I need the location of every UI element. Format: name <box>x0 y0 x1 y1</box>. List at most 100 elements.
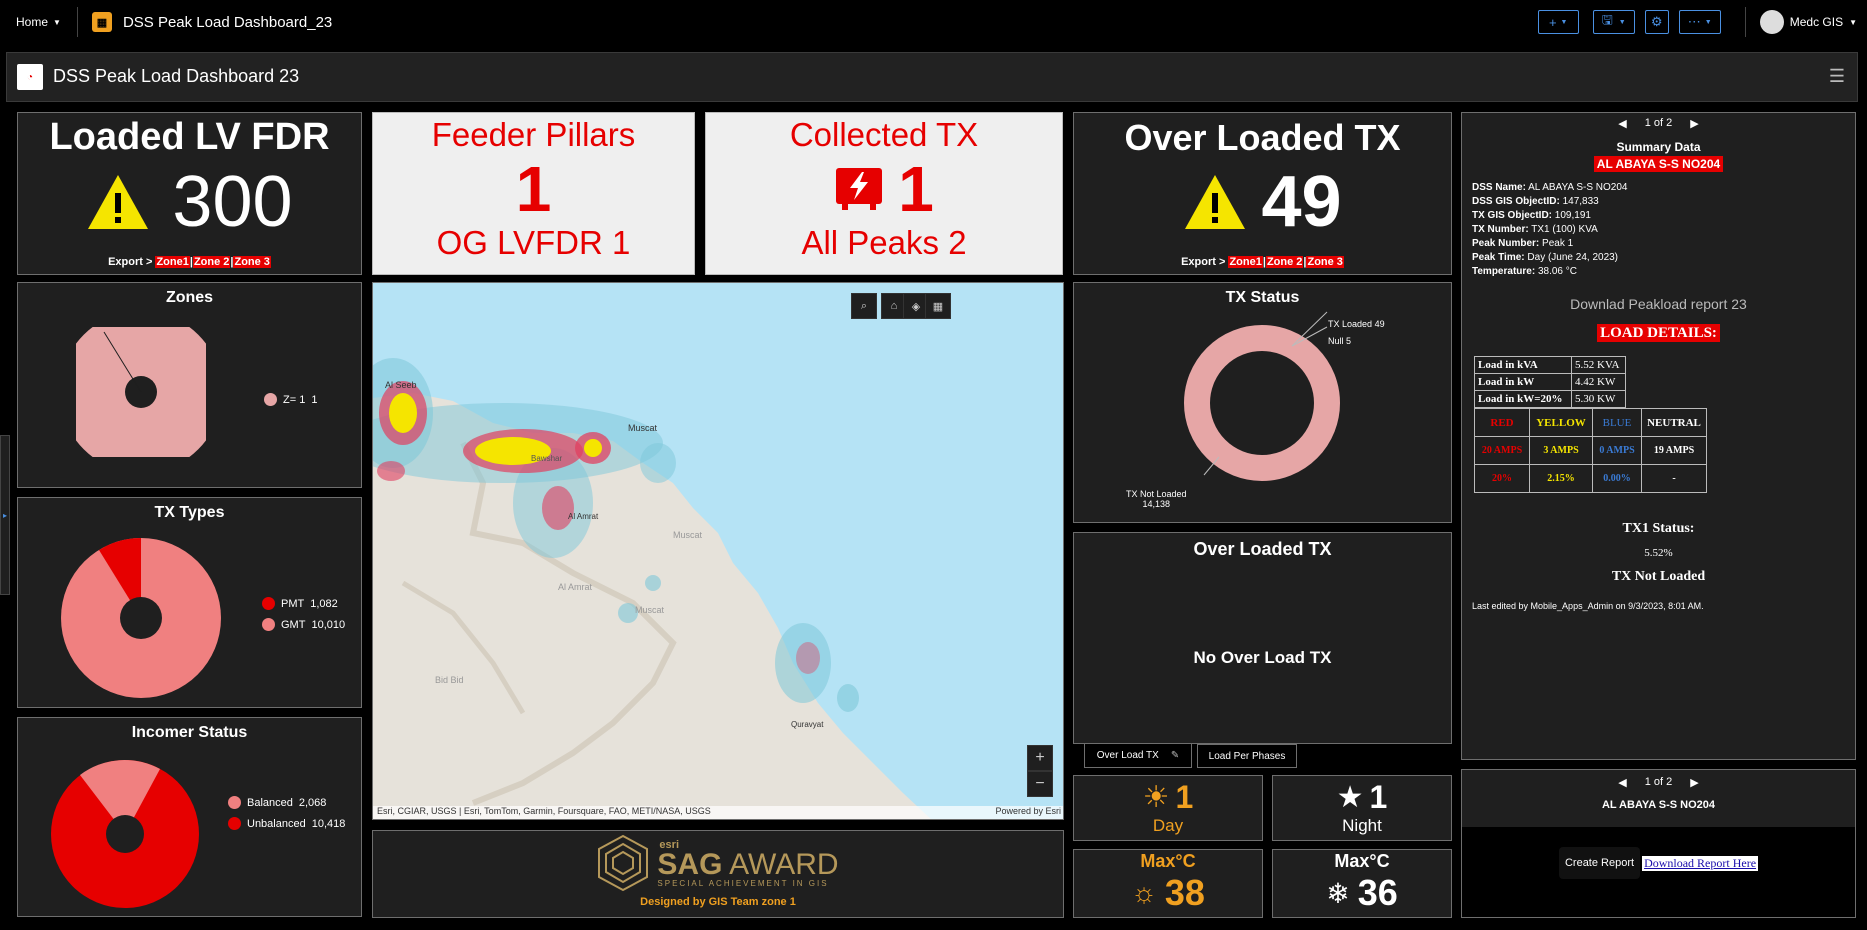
menu-icon[interactable]: ☰ <box>1829 66 1845 87</box>
logo: ◔ <box>17 64 43 90</box>
field-value: 109,191 <box>1554 210 1591 221</box>
prev-icon[interactable]: ◀ <box>1618 117 1626 130</box>
table-cell: 0 AMPS <box>1592 436 1642 465</box>
edit-icon: ✎ <box>1170 750 1180 761</box>
dss-highlight: AL ABAYA S-S NO204 <box>1593 156 1724 172</box>
home-menu[interactable]: Home ▼ <box>16 15 61 29</box>
legend-item[interactable]: Z= 1 1 <box>264 393 317 406</box>
heat-zone <box>389 393 417 433</box>
table-cell: Load in kVA <box>1474 356 1572 374</box>
table-row: Load in kVA 5.52 KVA <box>1474 356 1626 374</box>
map-label: Al Seeb <box>385 380 417 390</box>
map-panel[interactable]: Al Seeb Muscat Bawshar Al Amrat Muscat A… <box>372 282 1064 820</box>
user-menu[interactable]: Medc GIS ▼ <box>1759 10 1857 34</box>
tx-status-panel: TX Status TX Loaded 49 Null 5 TX Not Loa… <box>1073 282 1452 523</box>
legend-label: Z= 1 <box>283 393 306 406</box>
export-label: Export > <box>1181 256 1226 268</box>
over-loaded-tx-indicator: Over Loaded TX 49 Export > Zone1|Zone 2|… <box>1073 112 1452 275</box>
side-panel-toggle[interactable]: ▸ <box>0 435 10 595</box>
powered-by[interactable]: Powered by Esri <box>995 806 1061 819</box>
legend-item[interactable]: Balanced 2,068 <box>228 796 326 809</box>
field-label: TX Number: <box>1472 224 1529 235</box>
zones-donut-chart <box>76 327 206 457</box>
export-row: Export > Zone1|Zone 2|Zone 3 <box>18 256 361 268</box>
zoom-in-button[interactable]: + <box>1027 745 1053 771</box>
day-tile: ☀ 1 Day <box>1073 775 1263 841</box>
basemap-button[interactable]: ▦ <box>925 293 951 319</box>
settings-button[interactable]: ⚙ <box>1644 10 1669 34</box>
feeder-pillars-panel: Feeder Pillars 1 OG LVFDR 1 <box>372 112 695 275</box>
legend-item[interactable]: PMT 1,082 <box>262 597 338 610</box>
heat-zone <box>796 642 820 674</box>
create-report-button[interactable]: Create Report <box>1558 847 1641 879</box>
save-button[interactable]: 🖫 ▼ <box>1592 10 1635 34</box>
legend-swatch <box>262 618 275 631</box>
field-label: Temperature: <box>1472 266 1536 277</box>
table-cell: 19 AMPS <box>1641 436 1707 465</box>
panel-title: TX Status <box>1225 289 1300 306</box>
legend-label: Balanced <box>247 796 293 809</box>
next-icon[interactable]: ▶ <box>1690 117 1698 130</box>
legend-value: 1 <box>311 393 318 406</box>
hot-thermometer-icon: ☼ <box>1131 877 1157 908</box>
award-logo-icon <box>598 834 649 892</box>
export-row: Export > Zone1|Zone 2|Zone 3 <box>1074 256 1451 268</box>
prev-icon[interactable]: ◀ <box>1618 776 1626 789</box>
legend-label: Unbalanced <box>247 817 306 830</box>
table-cell: RED <box>1474 408 1530 437</box>
tab-over-load-tx[interactable]: Over Load TX ✎ <box>1084 744 1192 768</box>
zone1-link[interactable]: Zone1 <box>155 256 190 268</box>
max-temp-day-value: 38 <box>1164 872 1205 913</box>
more-button[interactable]: ⋯ ▼ <box>1678 10 1721 34</box>
all-peaks-value: 2 <box>948 224 967 261</box>
field-label: Peak Number: <box>1472 238 1540 249</box>
award-subtitle: SPECIAL ACHIEVEMENT IN GIS <box>657 878 829 888</box>
zone3-link[interactable]: Zone 3 <box>233 256 271 268</box>
add-button[interactable]: + ▼ <box>1537 10 1579 34</box>
next-icon[interactable]: ▶ <box>1690 776 1698 789</box>
heat-zone <box>837 684 859 712</box>
loaded-lv-fdr-panel: Loaded LV FDR 300 Export > Zone1|Zone 2|… <box>17 112 362 275</box>
map-label: Muscat <box>673 530 703 540</box>
day-value: 1 <box>1175 779 1194 815</box>
zone2-link[interactable]: Zone 2 <box>1265 256 1304 268</box>
map-label: Muscat <box>635 605 665 615</box>
app-title: DSS Peak Load Dashboard_23 <box>122 13 333 31</box>
indicator-title: Over Loaded TX <box>1124 117 1401 158</box>
collected-tx-panel: Collected TX 1 All Peaks 2 <box>705 112 1063 275</box>
day-label: Day <box>1152 816 1184 835</box>
app-icon: ▦ <box>91 12 112 32</box>
map-attribution[interactable]: Esri, CGIAR, USGS | Esri, TomTom, Garmin… <box>377 806 711 819</box>
pager: ◀ 1 of 2 ▶ <box>1462 770 1855 789</box>
tab-load-per-phases[interactable]: Load Per Phases <box>1197 744 1297 768</box>
tab-label: Over Load TX <box>1096 750 1159 761</box>
incomer-status-pie-chart <box>51 760 199 908</box>
table-cell: 20 AMPS <box>1474 436 1530 465</box>
map-canvas[interactable]: Al Seeb Muscat Bawshar Al Amrat Muscat A… <box>373 283 1064 820</box>
search-button[interactable]: ⌕ <box>851 293 877 319</box>
legend-item[interactable]: Unbalanced 10,418 <box>228 817 345 830</box>
indicator-value: 300 <box>172 162 293 242</box>
indicator-title: Feeder Pillars <box>431 116 636 153</box>
night-tile: ★ 1 Night <box>1272 775 1452 841</box>
zone1-link[interactable]: Zone1 <box>1228 256 1263 268</box>
legend-value: 10,418 <box>311 817 346 830</box>
leader-line <box>1291 311 1328 347</box>
table-cell: NEUTRAL <box>1641 408 1707 437</box>
download-report-link[interactable]: Download Report Here <box>1642 855 1759 871</box>
user-name: Medc GIS <box>1789 15 1844 29</box>
award-credit: Designed by GIS Team zone 1 <box>640 896 796 908</box>
summary-fields: DSS Name: AL ABAYA S-S NO204 DSS GIS Obj… <box>1472 181 1855 279</box>
legend-item[interactable]: GMT 10,010 <box>262 618 345 631</box>
og-lvfdr-label: OG LVFDR <box>436 224 603 261</box>
max-temp-night-value: 36 <box>1357 872 1398 913</box>
field-value: AL ABAYA S-S NO204 <box>1528 182 1628 193</box>
field-label: DSS GIS ObjectID: <box>1472 196 1560 207</box>
divider <box>1744 7 1746 37</box>
zoom-out-button[interactable]: − <box>1027 771 1053 797</box>
indicator-title: Loaded LV FDR <box>49 116 330 158</box>
table-cell: Load in kW <box>1474 373 1572 391</box>
zone2-link[interactable]: Zone 2 <box>192 256 231 268</box>
zone3-link[interactable]: Zone 3 <box>1306 256 1344 268</box>
chevron-down-icon: ▼ <box>1560 18 1568 26</box>
